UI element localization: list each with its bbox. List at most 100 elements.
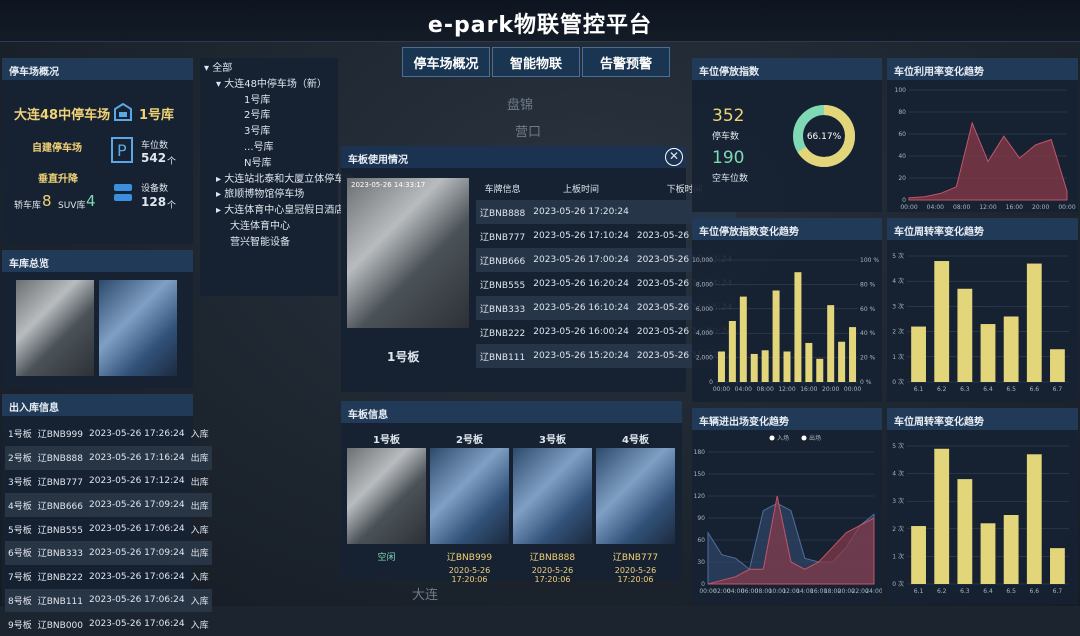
bar xyxy=(772,290,780,382)
caret-right-icon: ▸ xyxy=(216,189,225,201)
bar xyxy=(783,351,791,382)
inout-row[interactable]: 7号板 辽BNB222 2023-05-26 17:06:24 入库 xyxy=(5,565,212,589)
bar xyxy=(1026,454,1042,584)
x-tick-label: 00:00 xyxy=(900,204,917,211)
tree-lot-item[interactable]: ▸ 大连体育中心皇冠假日酒店 xyxy=(204,203,344,219)
occupied-label: 停车数 xyxy=(712,132,740,142)
bar xyxy=(980,523,996,584)
inout-cell-plate: 辽BNB555 xyxy=(37,525,83,536)
tree-leaf-item[interactable]: 营兴智能设备 xyxy=(204,235,334,251)
board-card[interactable]: 4号板 辽BNB777 2020-5-26 17:20:06 xyxy=(596,429,675,584)
board-card[interactable]: 3号板 辽BNB888 2020-5-26 17:20:06 xyxy=(513,429,592,584)
util-trend-header: 车位利用率变化趋势 xyxy=(887,58,1078,80)
y-tick-label: 80 xyxy=(898,109,906,116)
inout-cell-plate: 辽BNB777 xyxy=(37,477,83,488)
y2-tick-label: 20 % xyxy=(860,355,876,362)
board-card-name: 3号板 xyxy=(539,435,566,446)
inout-row[interactable]: 5号板 辽BNB555 2023-05-26 17:06:24 入库 xyxy=(5,517,212,541)
x-tick-label: 00:00 xyxy=(713,386,730,393)
tree-garage-item[interactable]: 3号库 xyxy=(204,124,334,140)
map-label-panjin: 盘锦 xyxy=(507,98,534,113)
inout-table: 1号板 辽BNB999 2023-05-26 17:26:24 入库 2号板 辽BNB88… xyxy=(5,422,212,636)
garage-overview-panel: 车库总览 xyxy=(2,250,193,388)
board-usage-cell-on: 2023-05-26 15:20:24 xyxy=(533,351,629,361)
board-card[interactable]: 1号板 空闲 xyxy=(347,429,426,579)
inout-cell-dir: 入库 xyxy=(190,620,209,631)
nav-alarm-button[interactable]: 告警预警 xyxy=(582,47,670,77)
tree-garage-item[interactable]: 1号库 xyxy=(204,93,334,109)
y-tick-label: 20 xyxy=(898,175,906,182)
board-card-time: 2020-5-26 17:20:06 xyxy=(448,566,491,584)
overview-header: 停车场概况 xyxy=(2,58,193,80)
y-tick-label: 6,000 xyxy=(696,306,713,313)
parking-index-header: 车位停放指数 xyxy=(692,58,882,80)
bar xyxy=(739,296,747,382)
app-title: e-park物联管控平台 xyxy=(427,13,653,38)
board-card-time: 2020-5-26 17:20:06 xyxy=(614,566,657,584)
svg-text:P: P xyxy=(117,141,127,160)
tree-lot-1[interactable]: ▾ 大连48中停车场（新） xyxy=(204,77,334,93)
x-tick-label: 20:00 xyxy=(822,386,839,393)
x-tick-label: 08:00 xyxy=(757,386,774,393)
board-card-camera xyxy=(596,448,675,544)
inout-cell-time: 2023-05-26 17:09:24 xyxy=(89,500,185,511)
bar xyxy=(816,358,824,382)
y-tick-label: 1 次 xyxy=(892,353,904,361)
x-tick-label: 6.4 xyxy=(983,386,993,393)
board-card-plate: 辽BNB888 xyxy=(529,553,576,563)
inout-row[interactable]: 8号板 辽BNB111 2023-05-26 17:06:24 入库 xyxy=(5,588,212,613)
tree-root[interactable]: ▾ 全部 xyxy=(204,61,334,77)
inout-cell-board: 1号板 xyxy=(8,430,32,441)
x-tick-label: 12:00 xyxy=(778,386,795,393)
inout-row[interactable]: 1号板 辽BNB999 2023-05-26 17:26:24 入库 xyxy=(5,422,212,446)
caret-right-icon: ▸ xyxy=(216,173,225,185)
inout-row[interactable]: 6号板 辽BNB333 2023-05-26 17:09:24 出库 xyxy=(5,540,212,565)
board-card[interactable]: 2号板 辽BNB999 2020-5-26 17:20:06 xyxy=(430,429,509,584)
util-area-series xyxy=(908,121,1068,201)
inout-cell-plate: 辽BNB333 xyxy=(37,549,83,560)
garage-camera-1[interactable] xyxy=(16,280,94,376)
bar xyxy=(717,351,725,382)
vehicle-inout-trend-panel: 车辆进出场变化趋势 180 150 120 90 60 30 0 入场 出场 00:00 02:00… xyxy=(692,408,882,604)
app-header: e-park物联管控平台 xyxy=(0,0,1080,42)
garage-label: 1号库 xyxy=(139,108,175,123)
x-tick-label: 6.3 xyxy=(960,588,970,595)
bar xyxy=(1050,548,1065,584)
close-button[interactable]: ✕ xyxy=(665,148,683,166)
bar xyxy=(957,479,973,584)
nav-iot-button[interactable]: 智能物联 xyxy=(492,47,580,77)
inout-row[interactable]: 3号板 辽BNB777 2023-05-26 17:12:24 出库 xyxy=(5,470,212,494)
inout-row[interactable]: 2号板 辽BNB888 2023-05-26 17:16:24 出库 xyxy=(5,445,212,470)
y2-tick-label: 40 % xyxy=(860,330,876,337)
y-tick-label: 0 xyxy=(709,379,713,386)
garage-camera-2[interactable] xyxy=(99,280,177,376)
tree-lot-item[interactable]: ▸ 大连站北泰和大厦立体停车场 xyxy=(204,172,354,188)
y-tick-label: 40 xyxy=(898,153,906,160)
tree-lot-label: 大连站北泰和大厦立体停车场 xyxy=(224,173,355,185)
tree-leaf-item[interactable]: 大连体育中心 xyxy=(204,219,334,235)
y-tick-label: 0 xyxy=(701,581,705,588)
tree-garage-item[interactable]: N号库 xyxy=(204,156,334,172)
turnover-trend-2-header: 车位周转率变化趋势 xyxy=(887,408,1078,430)
board-usage-cell-plate: 辽BNB333 xyxy=(480,304,526,315)
inout-cell-plate: 辽BNB999 xyxy=(37,430,83,441)
spaces-label: 车位数 xyxy=(141,141,169,151)
inout-cell-plate: 辽BNB888 xyxy=(37,454,83,465)
bar xyxy=(827,305,835,382)
tree-lot-item[interactable]: ▸ 旅顺博物馆停车场 xyxy=(204,187,334,203)
tree-garage-item[interactable]: ...号库 xyxy=(204,140,334,156)
x-tick-label: 6.5 xyxy=(1006,588,1016,595)
y2-tick-label: 100 % xyxy=(860,257,879,264)
bar xyxy=(980,324,996,382)
nav-parking-overview-button[interactable]: 停车场概况 xyxy=(402,47,490,77)
y-tick-label: 100 xyxy=(895,87,907,94)
inout-row[interactable]: 4号板 辽BNB666 2023-05-26 17:09:24 出库 xyxy=(5,493,212,518)
garage-overview-header: 车库总览 xyxy=(2,250,193,272)
inout-row[interactable]: 9号板 辽BNB000 2023-05-26 17:06:24 入库 xyxy=(5,612,212,636)
bar xyxy=(1003,515,1019,584)
legend-marker xyxy=(769,435,775,441)
inout-cell-plate: 辽BNB000 xyxy=(37,620,83,631)
board-camera[interactable]: 2023-05-26 14:33:17 xyxy=(347,178,469,328)
y-tick-label: 0 xyxy=(902,197,906,204)
tree-garage-item[interactable]: 2号库 xyxy=(204,108,334,124)
